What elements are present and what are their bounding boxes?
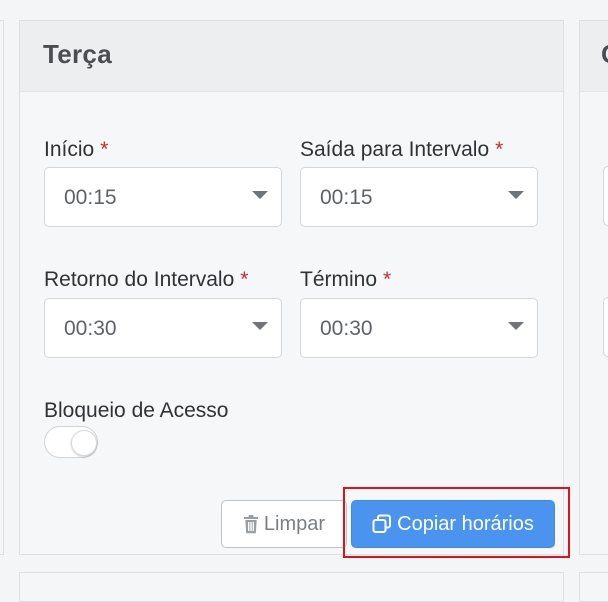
termino-label-text: Término [300, 268, 378, 291]
highlight-box [343, 487, 570, 558]
required-mark: * [240, 268, 249, 291]
saida-intervalo-label: Saída para Intervalo * [300, 138, 503, 162]
next-day-title: Q [601, 39, 608, 70]
saida-intervalo-value: 00:15 [320, 186, 373, 209]
card-header: Terça [20, 21, 563, 92]
next-card-select-2[interactable] [603, 297, 608, 357]
limpar-button[interactable]: Limpar [221, 500, 347, 548]
inicio-select[interactable]: 00:15 [44, 167, 282, 227]
retorno-intervalo-label: Retorno do Intervalo * [44, 268, 248, 292]
next-day-card: Q [579, 20, 608, 555]
chevron-down-icon [252, 322, 268, 330]
chevron-down-icon [508, 322, 524, 330]
retorno-intervalo-value: 00:30 [64, 317, 117, 340]
previous-day-card [0, 20, 4, 555]
next-card-select-1[interactable] [603, 166, 608, 226]
next-card-header: Q [580, 21, 608, 92]
day-title: Terça [43, 39, 112, 69]
termino-value: 00:30 [320, 317, 373, 340]
saida-intervalo-select[interactable]: 00:15 [300, 167, 538, 227]
retorno-intervalo-select[interactable]: 00:30 [44, 298, 282, 358]
termino-select[interactable]: 00:30 [300, 298, 538, 358]
required-mark: * [383, 268, 392, 291]
chevron-down-icon [252, 191, 268, 199]
limpar-label: Limpar [263, 512, 326, 535]
next-row-right-card [579, 572, 608, 602]
bloqueio-label: Bloqueio de Acesso [44, 399, 229, 422]
required-mark: * [100, 138, 109, 161]
required-mark: * [495, 138, 504, 161]
day-schedule-card: Terça Início * 00:15 Saída para Intervalo… [19, 20, 564, 555]
inicio-value: 00:15 [64, 186, 117, 209]
trash-icon [243, 514, 259, 534]
termino-label: Término * [300, 268, 391, 292]
saida-intervalo-label-text: Saída para Intervalo [300, 138, 490, 161]
next-row-card [19, 572, 564, 602]
inicio-label: Início * [44, 138, 108, 162]
chevron-down-icon [508, 191, 524, 199]
toggle-knob [71, 430, 97, 456]
bloqueio-toggle[interactable] [44, 426, 98, 458]
retorno-intervalo-label-text: Retorno do Intervalo [44, 268, 235, 291]
inicio-label-text: Início [44, 138, 95, 161]
